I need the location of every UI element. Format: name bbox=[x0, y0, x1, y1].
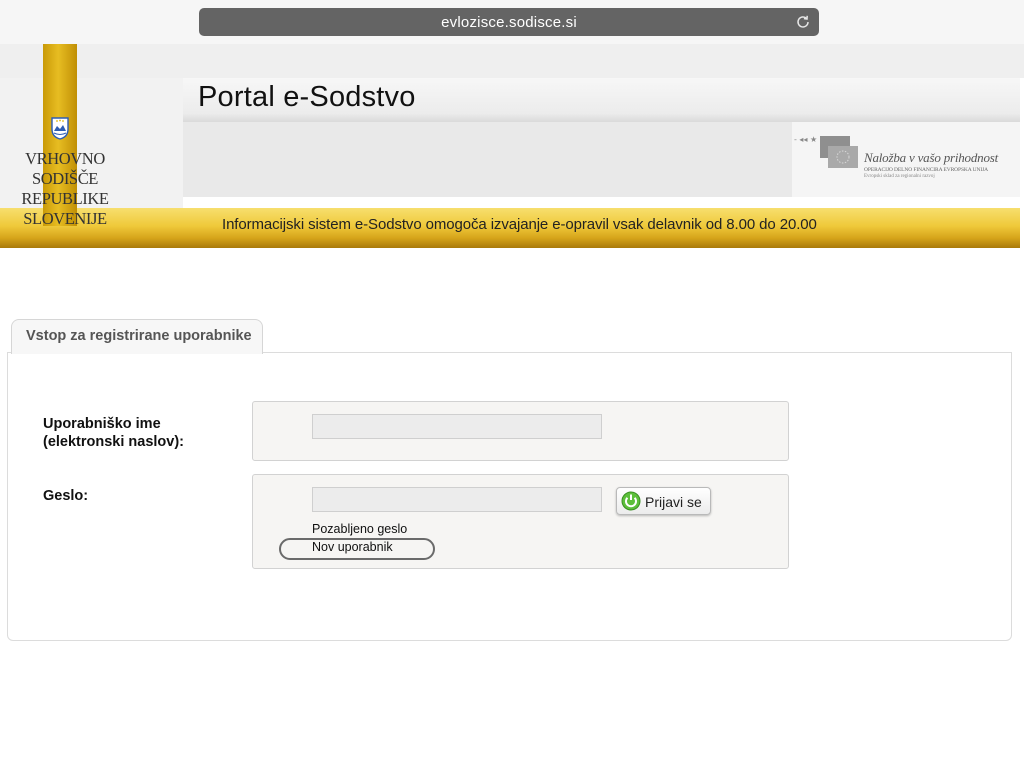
title-bar: Portal e-Sodstvo bbox=[183, 78, 1020, 122]
reload-icon[interactable] bbox=[795, 14, 811, 30]
password-label: Geslo: bbox=[43, 488, 89, 504]
eu-slogan: Naložba v vašo prihodnost bbox=[864, 150, 999, 165]
login-button-label: Prijavi se bbox=[645, 494, 702, 510]
court-name-logo: VRHOVNO SODIŠČE REPUBLIKE SLOVENIJE bbox=[0, 149, 130, 229]
header-panel bbox=[183, 122, 792, 197]
new-user-link[interactable]: Nov uporabnik bbox=[312, 540, 393, 554]
username-label: Uporabniško ime (elektronski naslov): bbox=[43, 415, 184, 451]
court-name-line2: REPUBLIKE SLOVENIJE bbox=[21, 189, 109, 228]
forgot-password-link[interactable]: Pozabljeno geslo bbox=[312, 522, 407, 536]
coat-of-arms-icon bbox=[51, 117, 69, 140]
power-icon bbox=[621, 491, 641, 511]
tab-label: Vstop za registrirane uporabnike bbox=[26, 328, 252, 344]
password-input[interactable] bbox=[312, 487, 602, 512]
working-hours-notice: Informacijski sistem e-Sodstvo omogoča i… bbox=[222, 216, 817, 233]
svg-text:- ◂◂ ★: - ◂◂ ★ bbox=[794, 135, 817, 144]
username-input[interactable] bbox=[312, 414, 602, 439]
eu-flag-icon: - ◂◂ ★ bbox=[794, 135, 858, 168]
address-bar[interactable]: evlozisce.sodisce.si bbox=[199, 8, 819, 36]
browser-toolbar: evlozisce.sodisce.si bbox=[0, 0, 1024, 45]
tab-registered-login[interactable]: Vstop za registrirane uporabnike bbox=[11, 319, 263, 354]
eu-funding-logo: - ◂◂ ★ Naložba v vašo prihodnost OPERACI… bbox=[792, 122, 1020, 197]
eu-subtitle-1: OPERACIJO DELNO FINANCIRA EVROPSKA UNIJA bbox=[864, 167, 989, 173]
eu-subtitle-2: Evropski sklad za regionalni razvoj bbox=[864, 174, 935, 179]
page-title: Portal e-Sodstvo bbox=[198, 81, 416, 113]
url-text: evlozisce.sodisce.si bbox=[441, 14, 577, 31]
username-label-line2: (elektronski naslov): bbox=[43, 434, 185, 450]
login-button[interactable]: Prijavi se bbox=[616, 487, 711, 515]
court-name-line1: VRHOVNO SODIŠČE bbox=[25, 149, 105, 188]
username-label-line1: Uporabniško ime bbox=[43, 416, 161, 432]
notice-bar: Informacijski sistem e-Sodstvo omogoča i… bbox=[0, 208, 1020, 248]
header-top-band bbox=[0, 44, 1024, 78]
